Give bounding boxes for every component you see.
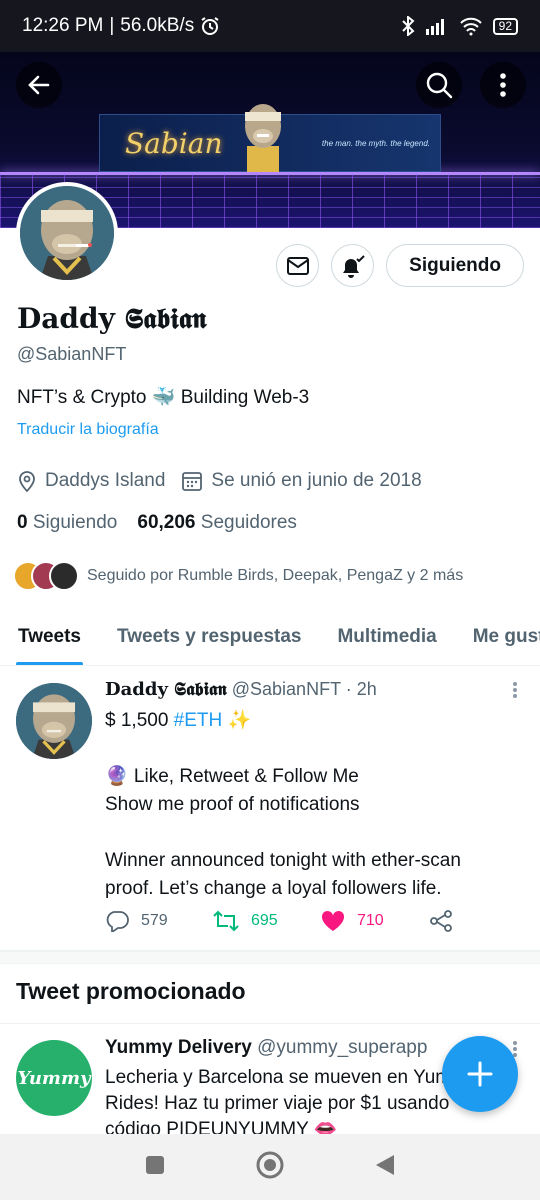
section-separator — [0, 951, 540, 964]
retweet-button[interactable]: 695 — [213, 909, 321, 933]
plus-icon — [467, 1061, 493, 1087]
tweet[interactable]: Daddy 𝕾𝖆𝖇𝖎𝖆𝖓 @SabianNFT · 2h $ 1,500 #ET… — [0, 667, 540, 951]
tweet-actions: 579 695 710 — [105, 909, 537, 933]
more-vertical-icon — [500, 73, 506, 97]
share-button[interactable] — [429, 909, 537, 933]
square-icon — [146, 1155, 165, 1174]
tab-media[interactable]: Multimedia — [319, 608, 454, 665]
tweet-header: Daddy 𝕾𝖆𝖇𝖎𝖆𝖓 @SabianNFT · 2h — [105, 679, 377, 700]
back-button[interactable] — [16, 62, 62, 108]
follower-avatar — [49, 561, 79, 591]
tab-likes[interactable]: Me gusta — [455, 608, 540, 665]
banner-tagline: the man. the myth. the legend. — [321, 139, 430, 148]
tweet-text: $ 1,500 #ETH ✨ 🔮 Like, Retweet & Follow … — [105, 710, 461, 899]
signal-icon — [425, 19, 444, 35]
profile-bio: NFT’s & Crypto 🐳 Building Web-3 — [17, 387, 310, 408]
status-bar: 12:26 PM | 56.0kB/s 92 — [0, 0, 540, 52]
profile-avatar[interactable] — [16, 182, 118, 284]
alarm-icon — [201, 17, 219, 35]
wifi-icon — [459, 17, 482, 36]
battery-indicator: 92 — [492, 17, 518, 35]
promoted-tweet-text: Lecheria y Barcelona se mueven en Yummy … — [105, 1067, 470, 1135]
banner-sign-text: Sabian — [125, 127, 223, 160]
heart-icon — [321, 910, 345, 931]
followed-by-text: Seguido por Rumble Birds, Deepak, PengaZ… — [87, 567, 464, 584]
bell-check-icon — [342, 254, 365, 278]
profile-actions: Siguiendo — [276, 244, 524, 287]
location-pin-icon — [19, 471, 35, 492]
triangle-back-icon — [375, 1154, 394, 1175]
arrow-left-icon — [28, 75, 50, 95]
like-button[interactable]: 710 — [321, 909, 429, 933]
message-button[interactable] — [276, 244, 320, 287]
followed-by[interactable]: Seguido por Rumble Birds, Deepak, PengaZ… — [13, 561, 463, 591]
tweet-handle-time: @SabianNFT · 2h — [231, 679, 377, 699]
profile-meta: Daddys Island Se unió en junio de 2018 — [17, 470, 422, 492]
notifications-button[interactable] — [331, 244, 375, 287]
followed-by-avatars — [13, 561, 79, 591]
home-button[interactable] — [255, 1150, 285, 1185]
search-icon — [426, 72, 453, 99]
profile-counts: 0 Siguiendo 60,206 Seguidores — [17, 512, 297, 534]
tweet-author-name: Daddy 𝕾𝖆𝖇𝖎𝖆𝖓 — [105, 679, 227, 700]
more-vertical-icon — [513, 682, 517, 698]
ape-avatar-image — [16, 683, 92, 759]
following-count-link[interactable]: 0 Siguiendo — [17, 512, 117, 534]
status-speed: 56.0kB/s — [120, 15, 195, 36]
tweet-more-button[interactable] — [512, 681, 518, 699]
envelope-icon — [286, 256, 309, 275]
profile-handle: @SabianNFT — [17, 344, 127, 364]
banner-ape-image — [245, 104, 281, 172]
tab-tweets[interactable]: Tweets — [0, 608, 99, 665]
reply-button[interactable]: 579 — [105, 909, 213, 933]
status-time: 12:26 PM — [22, 15, 104, 36]
circle-icon — [256, 1151, 284, 1178]
translate-bio-link[interactable]: Traducir la biografía — [17, 421, 159, 439]
overflow-menu-button[interactable] — [480, 62, 526, 108]
promoted-section-title: Tweet promocionado — [16, 978, 246, 1004]
profile-location: Daddys Island — [45, 470, 166, 491]
following-button[interactable]: Siguiendo — [386, 244, 524, 287]
reply-icon — [106, 911, 129, 932]
divider — [0, 1023, 540, 1024]
compose-tweet-button[interactable] — [442, 1036, 518, 1112]
ape-avatar-image — [20, 186, 114, 280]
followers-count-link[interactable]: 60,206 Seguidores — [137, 512, 297, 534]
promoted-handle: @yummy_superapp — [257, 1037, 428, 1058]
bluetooth-icon — [401, 16, 415, 36]
tab-tweets-replies[interactable]: Tweets y respuestas — [99, 608, 319, 665]
share-icon — [430, 910, 452, 932]
profile-tabs: Tweets Tweets y respuestas Multimedia Me… — [0, 608, 540, 666]
profile-joined-date: Se unió en junio de 2018 — [211, 470, 422, 491]
system-nav-bar — [0, 1134, 540, 1200]
reply-count: 579 — [141, 912, 168, 929]
search-button[interactable] — [416, 62, 462, 108]
retweet-icon — [213, 910, 239, 932]
tweet-avatar[interactable] — [16, 683, 92, 759]
promoted-author-name: Yummy Delivery — [105, 1037, 252, 1058]
profile-display-name: Daddy 𝕾𝖆𝖇𝖎𝖆𝖓 — [17, 302, 207, 335]
back-nav-button[interactable] — [374, 1153, 396, 1182]
promoted-avatar[interactable]: Yummy — [16, 1040, 92, 1116]
hashtag-link[interactable]: #ETH — [174, 710, 223, 731]
recents-button[interactable] — [144, 1154, 166, 1181]
retweet-count: 695 — [251, 912, 278, 929]
like-count: 710 — [357, 912, 384, 929]
calendar-icon — [182, 472, 203, 491]
promoted-tweet-header: Yummy Delivery @yummy_superapp — [105, 1037, 427, 1059]
